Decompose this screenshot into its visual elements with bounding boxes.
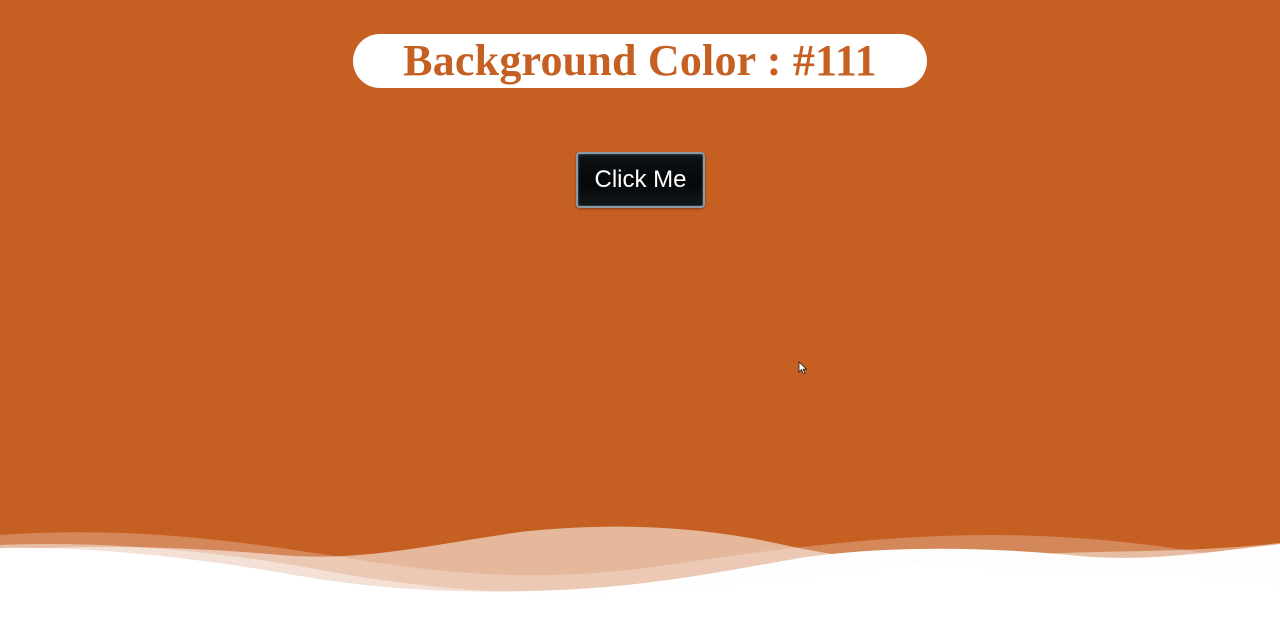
click-me-button[interactable]: Click Me — [576, 152, 705, 208]
wave-footer — [0, 526, 1280, 626]
mouse-pointer-icon — [798, 361, 808, 375]
page-title: Background Color : #111 — [403, 36, 877, 85]
title-pill: Background Color : #111 — [353, 34, 927, 88]
